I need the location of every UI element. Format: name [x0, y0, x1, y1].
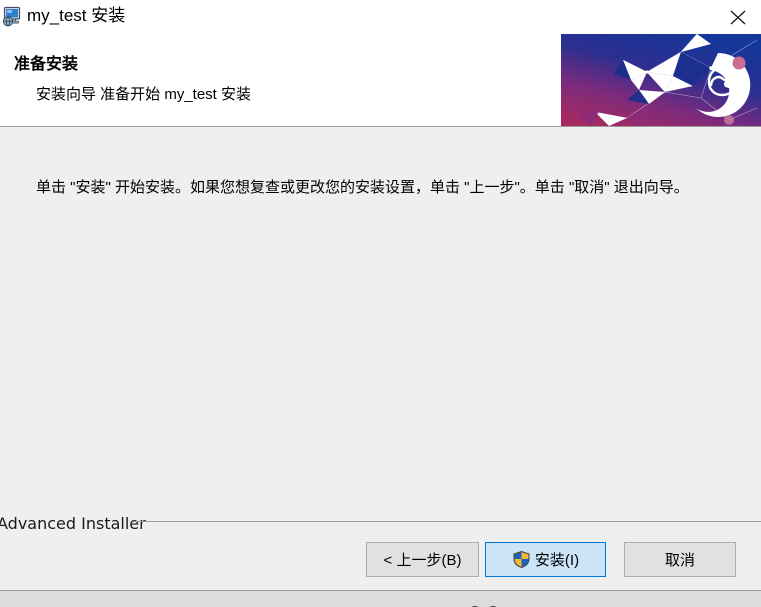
uac-shield-icon — [512, 550, 531, 569]
cancel-button[interactable]: 取消 — [624, 542, 736, 577]
close-icon[interactable] — [715, 0, 761, 34]
window-title: my_test 安装 — [27, 6, 126, 25]
wizard-body: 单击 "安装" 开始安装。如果您想复查或更改您的安装设置，单击 "上一步"。单击… — [0, 128, 761, 505]
install-button-label: 安装(I) — [534, 552, 580, 569]
page-title: 准备安装 — [14, 56, 79, 73]
installer-window: my_test 安装 准备安装 安装向导 准备开始 my_test 安装 单击 … — [0, 0, 761, 590]
header-separator — [0, 126, 761, 127]
cancel-button-label: 取消 — [664, 552, 695, 569]
instruction-text: 单击 "安装" 开始安装。如果您想复查或更改您的安装设置，单击 "上一步"。单击… — [36, 179, 689, 196]
wizard-footer: Advanced Installer < 上一步(B) 安装(I) 取消 — [0, 505, 761, 590]
title-bar: my_test 安装 — [0, 0, 761, 34]
page-subtitle: 安装向导 准备开始 my_test 安装 — [36, 86, 252, 103]
taskbar[interactable] — [0, 590, 761, 607]
installer-computer-icon — [2, 5, 24, 27]
install-button[interactable]: 安装(I) — [485, 542, 606, 577]
back-button-label: < 上一步(B) — [383, 552, 462, 569]
puzzle-piece-polygon-graphic — [561, 34, 761, 127]
back-button[interactable]: < 上一步(B) — [366, 542, 479, 577]
wizard-header: 准备安装 安装向导 准备开始 my_test 安装 — [0, 34, 761, 127]
footer-separator — [134, 521, 761, 522]
brand-label: Advanced Installer — [0, 514, 146, 533]
